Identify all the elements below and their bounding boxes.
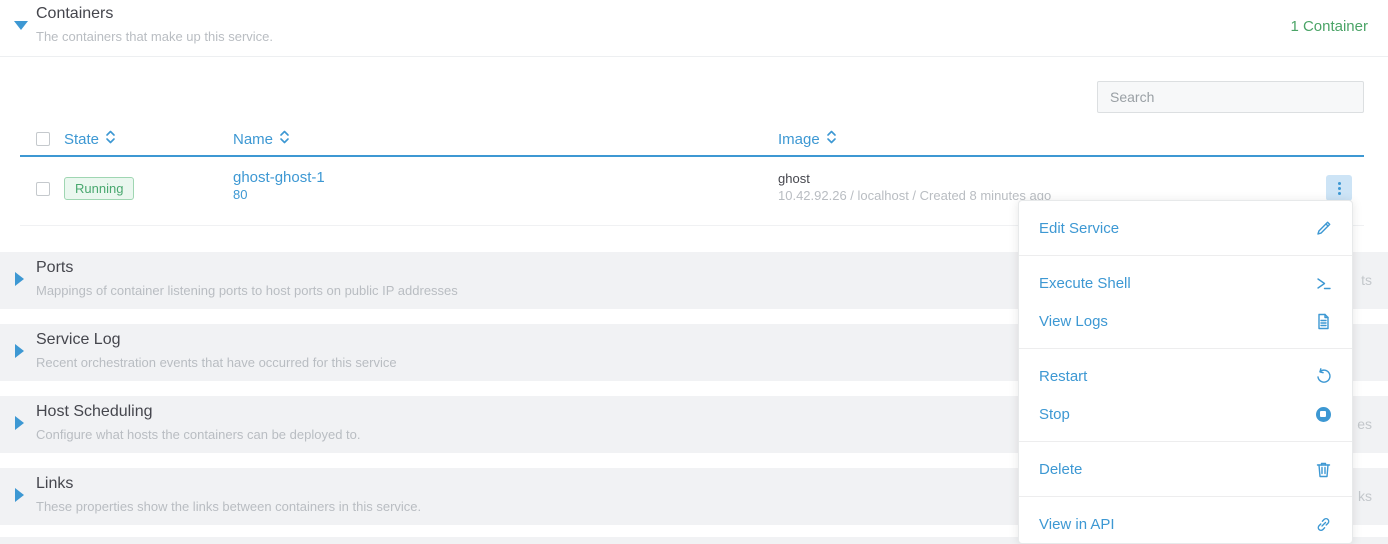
menu-item-view-logs[interactable]: View Logs xyxy=(1019,302,1352,340)
image-cell: ghost 10.42.92.26 / localhost / Created … xyxy=(778,171,1051,205)
menu-item-restart[interactable]: Restart xyxy=(1019,357,1352,395)
section-subtitle: Recent orchestration events that have oc… xyxy=(36,355,397,370)
section-count-badge: ks xyxy=(1358,488,1372,504)
section-count-badge: ts xyxy=(1361,272,1372,288)
file-icon xyxy=(1314,312,1332,330)
sort-icon xyxy=(105,129,116,149)
status-badge: Running xyxy=(64,177,134,200)
section-title: Host Scheduling xyxy=(36,403,153,421)
menu-item-delete[interactable]: Delete xyxy=(1019,450,1352,488)
terminal-icon xyxy=(1314,274,1332,292)
collapse-caret-icon[interactable] xyxy=(14,21,28,30)
container-name-link[interactable]: ghost-ghost-1 xyxy=(233,169,325,186)
container-count-badge: 1 Container xyxy=(1290,18,1368,35)
table-header-row: State Name Image xyxy=(20,124,1364,157)
name-cell: ghost-ghost-1 80 xyxy=(233,169,325,203)
section-count-badge: es xyxy=(1357,416,1372,432)
trash-icon xyxy=(1314,460,1332,478)
menu-item-edit-service[interactable]: Edit Service xyxy=(1019,209,1352,247)
section-title: Ports xyxy=(36,259,73,277)
search-input[interactable] xyxy=(1097,81,1364,113)
restart-icon xyxy=(1314,367,1332,385)
containers-title: Containers xyxy=(36,5,113,23)
containers-section-header: Containers The containers that make up t… xyxy=(0,0,1388,57)
section-title: Service Log xyxy=(36,331,121,349)
containers-subtitle: The containers that make up this service… xyxy=(36,29,273,44)
column-header-state[interactable]: State xyxy=(64,129,116,149)
ellipsis-icon xyxy=(1338,182,1341,185)
image-detail: 10.42.92.26 / localhost / Created 8 minu… xyxy=(778,188,1051,205)
row-actions-menu: Edit Service Execute Shell View Logs Res… xyxy=(1018,200,1353,544)
image-name: ghost xyxy=(778,171,1051,188)
menu-item-stop[interactable]: Stop xyxy=(1019,395,1352,433)
select-all-checkbox[interactable] xyxy=(36,132,50,146)
section-subtitle: Configure what hosts the containers can … xyxy=(36,427,361,442)
expand-caret-icon xyxy=(15,416,24,430)
row-actions-button[interactable] xyxy=(1326,175,1352,201)
menu-item-execute-shell[interactable]: Execute Shell xyxy=(1019,264,1352,302)
row-checkbox[interactable] xyxy=(36,182,50,196)
api-link-icon xyxy=(1314,515,1332,533)
container-port-link[interactable]: 80 xyxy=(233,188,325,203)
pencil-icon xyxy=(1314,219,1332,237)
expand-caret-icon xyxy=(15,272,24,286)
sort-icon xyxy=(279,129,290,149)
stop-icon xyxy=(1314,405,1332,423)
expand-caret-icon xyxy=(15,344,24,358)
sort-icon xyxy=(826,129,837,149)
expand-caret-icon xyxy=(15,488,24,502)
column-header-name[interactable]: Name xyxy=(233,129,290,149)
section-subtitle: Mappings of container listening ports to… xyxy=(36,283,458,298)
column-header-image[interactable]: Image xyxy=(778,129,837,149)
menu-item-view-in-api[interactable]: View in API xyxy=(1019,505,1352,543)
section-title: Links xyxy=(36,475,73,493)
section-subtitle: These properties show the links between … xyxy=(36,499,421,514)
